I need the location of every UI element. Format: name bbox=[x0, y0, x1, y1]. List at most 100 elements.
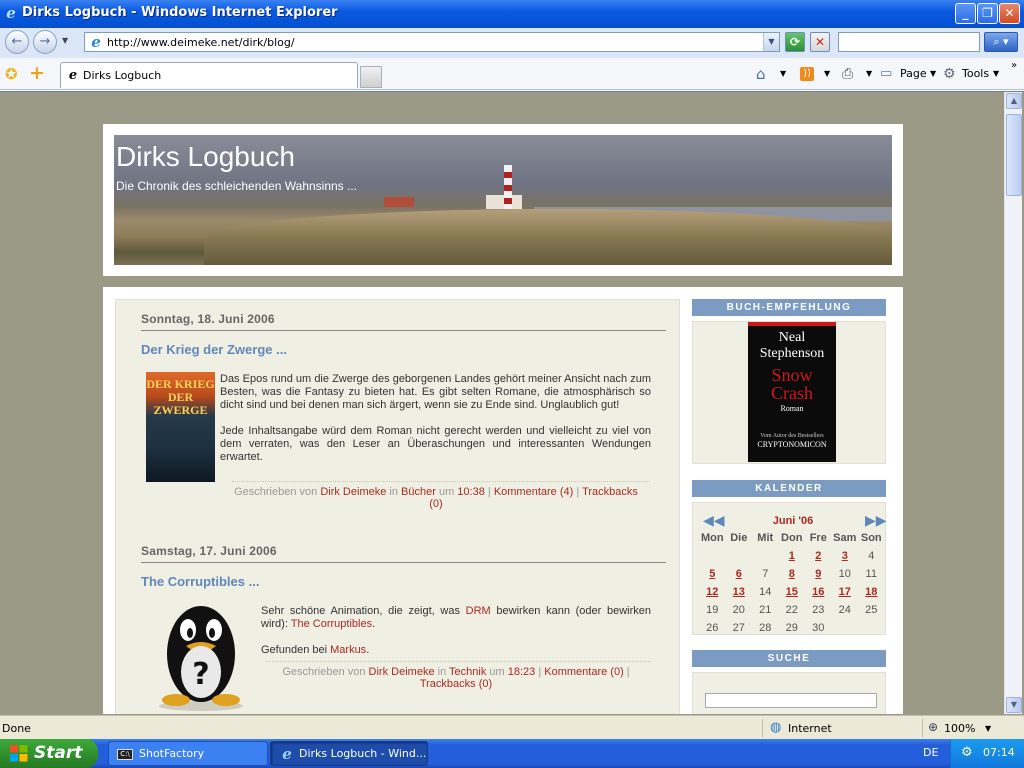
calendar-next-icon[interactable]: ▶▶ bbox=[865, 513, 887, 529]
content-area: Sonntag, 18. Juni 2006 Der Krieg der Zwe… bbox=[103, 287, 903, 714]
calendar-day[interactable]: 18 bbox=[858, 583, 885, 601]
time-link[interactable]: 18:23 bbox=[508, 666, 536, 678]
cover-stripe bbox=[748, 322, 836, 326]
task-shotfactory[interactable]: C:\ ShotFactory bbox=[108, 741, 268, 766]
vertical-scrollbar[interactable]: ▲ ▼ bbox=[1004, 92, 1022, 714]
book-recommendation-box: Neal Stephenson Snow Crash Roman Vom Aut… bbox=[692, 321, 886, 464]
calendar-day: 4 bbox=[868, 550, 875, 562]
calendar-day[interactable]: 2 bbox=[805, 547, 832, 565]
calendar-day: 28 bbox=[759, 622, 772, 634]
web-page: Dirks Logbuch Die Chronik des schleichen… bbox=[8, 92, 1004, 714]
post-title-link[interactable]: Der Krieg der Zwerge ... bbox=[141, 342, 287, 357]
time-link[interactable]: 10:38 bbox=[457, 486, 485, 498]
calendar-day[interactable]: 13 bbox=[726, 583, 753, 601]
calendar-day[interactable]: 16 bbox=[805, 583, 832, 601]
internet-explorer-icon: e bbox=[6, 4, 16, 22]
zoom-dropdown-icon[interactable]: ▼ bbox=[985, 724, 991, 733]
book-cover-text: DER KRIEG DER ZWERGE bbox=[146, 377, 215, 417]
language-indicator[interactable]: DE bbox=[923, 746, 938, 759]
calendar-day[interactable]: 6 bbox=[726, 565, 753, 583]
calendar-day[interactable]: 3 bbox=[832, 547, 859, 565]
calendar-day: 20 bbox=[732, 604, 745, 616]
favorites-star-icon[interactable]: ✪ bbox=[5, 65, 18, 83]
address-field[interactable]: e http://www.deimeke.net/dirk/blog/ ▼ bbox=[84, 32, 780, 52]
zoom-level[interactable]: 100% bbox=[944, 722, 975, 735]
book-recommendation-heading: BUCH-EMPFEHLUNG bbox=[692, 299, 886, 316]
category-link[interactable]: Bücher bbox=[401, 486, 436, 498]
refresh-button[interactable]: ⟳ bbox=[785, 32, 805, 52]
book-cover-snow-crash[interactable]: Neal Stephenson Snow Crash Roman Vom Aut… bbox=[748, 322, 836, 462]
corruptibles-link[interactable]: The Corruptibles bbox=[291, 618, 372, 630]
internet-zone-icon: ◍ bbox=[770, 720, 782, 735]
trackbacks-link[interactable]: Trackbacks (0) bbox=[420, 678, 492, 690]
maximize-button[interactable]: ❐ bbox=[977, 3, 998, 24]
history-dropdown-icon[interactable]: ▼ bbox=[62, 36, 68, 45]
book-title-line: Snow bbox=[771, 365, 813, 385]
scroll-thumb[interactable] bbox=[1006, 114, 1022, 196]
calendar-day[interactable]: 8 bbox=[779, 565, 806, 583]
scroll-down-icon[interactable]: ▼ bbox=[1006, 697, 1022, 713]
minimize-button[interactable]: _ bbox=[955, 3, 976, 24]
page-icon: e bbox=[91, 33, 101, 51]
drm-link[interactable]: DRM bbox=[466, 605, 491, 617]
close-button[interactable]: ✕ bbox=[999, 3, 1020, 24]
calendar-day[interactable]: 17 bbox=[832, 583, 859, 601]
home-dropdown-icon[interactable]: ▼ bbox=[780, 66, 786, 82]
stop-button[interactable]: ✕ bbox=[810, 32, 830, 52]
feeds-dropdown-icon[interactable]: ▼ bbox=[824, 66, 830, 82]
feeds-icon[interactable]: )) bbox=[800, 67, 814, 81]
home-icon[interactable]: ⌂ bbox=[756, 66, 766, 82]
tray-app-icon[interactable]: ⚙ bbox=[961, 745, 973, 760]
meta-divider bbox=[266, 661, 651, 662]
comments-link[interactable]: Kommentare (4) bbox=[494, 486, 573, 498]
tools-menu-button[interactable]: Tools bbox=[962, 66, 989, 82]
forward-button[interactable]: → bbox=[33, 30, 57, 54]
calendar-day[interactable]: 12 bbox=[699, 583, 726, 601]
book-cover-krieg-der-zwerge[interactable]: DER KRIEG DER ZWERGE bbox=[146, 372, 215, 482]
main-column: Sonntag, 18. Juni 2006 Der Krieg der Zwe… bbox=[115, 299, 680, 714]
new-tab-button[interactable] bbox=[360, 66, 382, 88]
calendar-day: 10 bbox=[838, 568, 851, 580]
page-dropdown-icon[interactable]: ▼ bbox=[930, 66, 936, 82]
add-favorites-icon[interactable]: + bbox=[29, 62, 45, 84]
search-input[interactable] bbox=[838, 32, 980, 52]
calendar-day: 25 bbox=[865, 604, 878, 616]
start-button[interactable]: Start bbox=[0, 739, 98, 768]
category-link[interactable]: Technik bbox=[449, 666, 486, 678]
tab-page-icon: e bbox=[68, 68, 78, 83]
post-paragraph: Sehr schöne Animation, die zeigt, was DR… bbox=[261, 605, 652, 630]
calendar-day[interactable]: 15 bbox=[779, 583, 806, 601]
calendar-day: 29 bbox=[785, 622, 798, 634]
print-icon[interactable]: ⎙ bbox=[842, 66, 853, 82]
calendar-empty-cell bbox=[752, 547, 779, 565]
page-menu-button[interactable]: Page bbox=[900, 66, 927, 82]
calendar-day[interactable]: 9 bbox=[805, 565, 832, 583]
task-dirks-logbuch[interactable]: e Dirks Logbuch - Wind... bbox=[270, 741, 428, 766]
tools-dropdown-icon[interactable]: ▼ bbox=[993, 66, 999, 82]
author-link[interactable]: Dirk Deimeke bbox=[369, 666, 435, 678]
markus-link[interactable]: Markus bbox=[330, 644, 366, 656]
chevron-more-icon[interactable]: » bbox=[1011, 58, 1017, 74]
author-link[interactable]: Dirk Deimeke bbox=[320, 486, 386, 498]
scroll-up-icon[interactable]: ▲ bbox=[1006, 93, 1022, 109]
calendar-day[interactable]: 1 bbox=[779, 547, 806, 565]
back-button[interactable]: ← bbox=[5, 30, 29, 54]
search-button[interactable]: ⌕ ▾ bbox=[984, 32, 1018, 52]
tab-dirks-logbuch[interactable]: e Dirks Logbuch bbox=[60, 62, 358, 88]
blog-search-input[interactable] bbox=[705, 693, 877, 708]
calendar-day: 21 bbox=[759, 604, 772, 616]
comments-link[interactable]: Kommentare (0) bbox=[544, 666, 623, 678]
post-paragraph: Gefunden bei Markus. bbox=[261, 644, 370, 656]
calendar-empty-cell bbox=[699, 547, 726, 565]
tab-label: Dirks Logbuch bbox=[83, 69, 162, 82]
print-dropdown-icon[interactable]: ▼ bbox=[866, 66, 872, 82]
post-title-link[interactable]: The Corruptibles ... bbox=[141, 574, 259, 589]
calendar-empty-cell bbox=[832, 619, 859, 637]
address-dropdown-icon[interactable]: ▼ bbox=[763, 33, 779, 51]
calendar-prev-icon[interactable]: ◀◀ bbox=[703, 513, 725, 529]
blog-title[interactable]: Dirks Logbuch bbox=[116, 141, 295, 173]
calendar-day[interactable]: 5 bbox=[699, 565, 726, 583]
book-genre: Roman bbox=[780, 404, 804, 413]
calendar-day: 26 bbox=[706, 622, 719, 634]
calendar-month[interactable]: Juni '06 bbox=[763, 515, 823, 527]
